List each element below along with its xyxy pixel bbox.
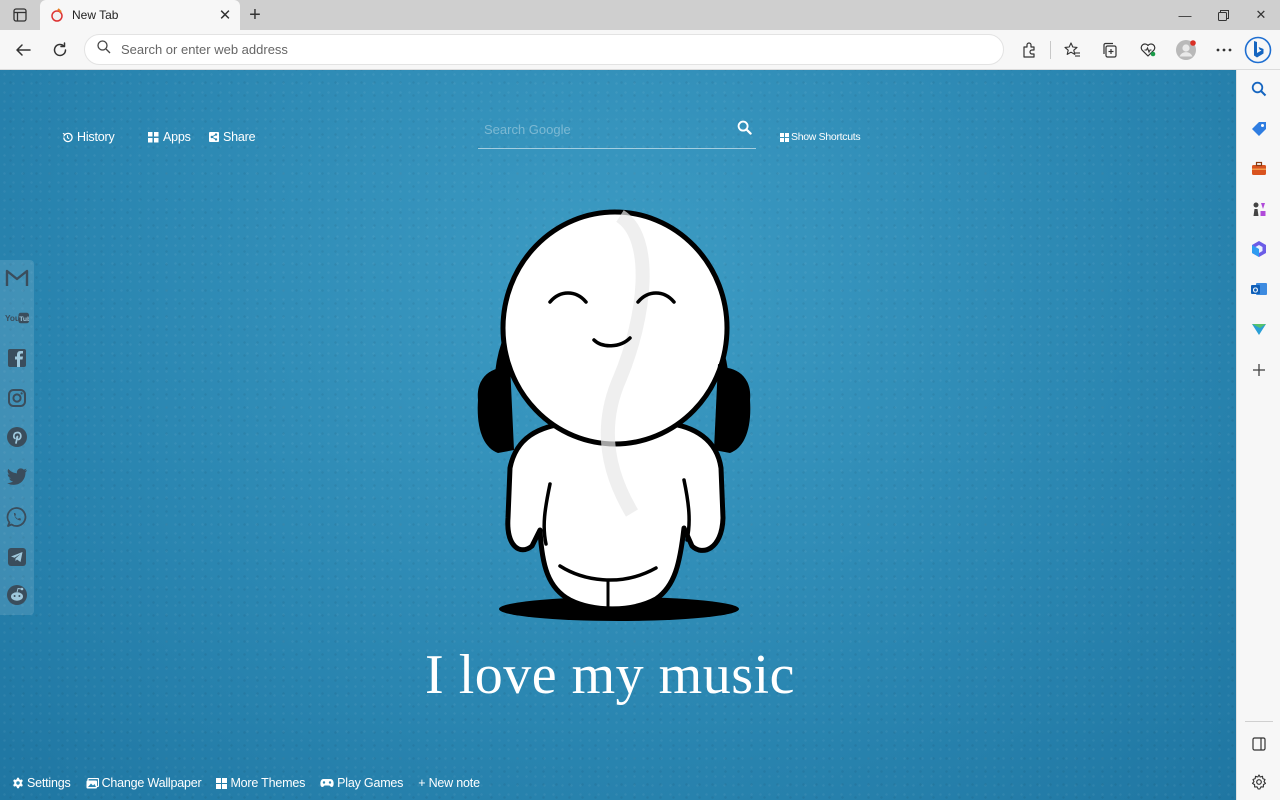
apps-label: Apps — [163, 130, 191, 144]
browser-essentials-icon[interactable] — [1133, 35, 1163, 65]
apps-icon — [148, 131, 159, 143]
svg-text:Tube: Tube — [19, 316, 29, 323]
address-input[interactable] — [121, 42, 921, 57]
favorites-icon[interactable] — [1057, 35, 1087, 65]
themes-grid-icon — [216, 777, 228, 789]
tab-title: New Tab — [72, 8, 119, 22]
tab-strip: New Tab ✕ + — ✕ — [0, 0, 1280, 30]
change-wallpaper-button[interactable]: Change Wallpaper — [86, 776, 202, 790]
add-icon[interactable] — [1248, 359, 1270, 381]
google-search-input[interactable] — [484, 122, 714, 137]
right-earcup — [714, 364, 751, 453]
wallpaper-icon — [86, 777, 99, 789]
change-wallpaper-label: Change Wallpaper — [101, 776, 202, 790]
instagram-icon[interactable] — [5, 386, 29, 410]
settings-gear-icon — [12, 777, 24, 789]
social-bar: YouTube — [0, 260, 34, 615]
address-search-icon — [97, 40, 111, 59]
pinterest-icon[interactable] — [5, 425, 29, 449]
telegram-icon[interactable] — [5, 545, 29, 569]
tab-favicon-icon — [50, 8, 64, 22]
outlook-icon[interactable]: O — [1248, 278, 1270, 300]
tools-icon[interactable] — [1248, 158, 1270, 180]
tab-close-icon[interactable]: ✕ — [214, 4, 236, 26]
edge-sidebar: O — [1236, 70, 1280, 800]
new-note-label: + New note — [418, 776, 480, 790]
left-earcup — [477, 364, 514, 453]
close-window-icon[interactable]: ✕ — [1242, 0, 1280, 30]
microsoft-365-icon[interactable] — [1248, 238, 1270, 260]
svg-text:O: O — [1253, 288, 1259, 295]
show-shortcuts-button[interactable]: Show Shortcuts — [780, 131, 861, 143]
copilot-icon[interactable] — [1244, 34, 1272, 66]
history-label: History — [77, 130, 115, 144]
sidebar-settings-icon[interactable] — [1248, 771, 1270, 793]
games-icon[interactable] — [1248, 198, 1270, 220]
browser-toolbar — [0, 30, 1280, 70]
bottom-toolbar: Settings Change Wallpaper More Themes Pl… — [12, 776, 495, 790]
svg-text:You: You — [5, 314, 20, 323]
settings-label: Settings — [27, 776, 71, 790]
share-icon — [209, 132, 219, 142]
tab-actions-icon[interactable] — [6, 5, 34, 25]
search-icon[interactable] — [1248, 78, 1270, 100]
play-games-button[interactable]: Play Games — [320, 776, 403, 790]
more-icon[interactable] — [1209, 35, 1239, 65]
gmail-icon[interactable] — [5, 266, 29, 290]
new-note-button[interactable]: + New note — [418, 776, 480, 790]
history-icon — [62, 132, 73, 143]
collections-icon[interactable] — [1095, 35, 1125, 65]
history-link[interactable]: History — [62, 130, 115, 144]
window-controls: — ✕ — [1166, 0, 1280, 30]
youtube-icon[interactable]: YouTube — [5, 306, 29, 330]
share-link[interactable]: Share — [209, 130, 256, 144]
apps-link[interactable]: Apps — [148, 130, 191, 144]
facebook-icon[interactable] — [5, 346, 29, 370]
extensions-icon[interactable] — [1014, 35, 1044, 65]
new-tab-page: History Apps Share Show Shortcuts YouTub… — [0, 70, 1236, 800]
address-bar[interactable] — [84, 34, 1004, 65]
twitter-icon[interactable] — [5, 465, 29, 489]
shopping-icon[interactable] — [1248, 118, 1270, 140]
back-icon[interactable] — [10, 37, 36, 63]
sidebar-divider — [1245, 721, 1273, 722]
reddit-icon[interactable] — [5, 583, 29, 607]
gamepad-icon — [320, 778, 334, 788]
toolbar-divider — [1050, 41, 1051, 59]
google-search-box — [478, 114, 756, 149]
settings-button[interactable]: Settings — [12, 776, 71, 790]
whatsapp-icon[interactable] — [5, 505, 29, 529]
more-themes-button[interactable]: More Themes — [216, 776, 305, 790]
shortcuts-grid-icon — [780, 132, 789, 142]
new-tab-button[interactable]: + — [244, 4, 266, 26]
show-shortcuts-label: Show Shortcuts — [791, 131, 861, 143]
minimize-icon[interactable]: — — [1166, 0, 1204, 30]
tab-new-tab[interactable]: New Tab ✕ — [40, 0, 240, 30]
refresh-icon[interactable] — [47, 37, 73, 63]
restore-icon[interactable] — [1204, 0, 1242, 30]
more-themes-label: More Themes — [230, 776, 306, 790]
hide-sidebar-icon[interactable] — [1248, 733, 1270, 755]
profile-icon[interactable] — [1171, 35, 1201, 65]
share-label: Share — [223, 130, 256, 144]
tagline: I love my music — [425, 644, 795, 706]
play-games-label: Play Games — [337, 776, 404, 790]
search-submit-icon[interactable] — [737, 120, 752, 140]
toolbar-icons — [1014, 35, 1247, 65]
headphone-character-illustration — [477, 209, 751, 621]
drop-icon[interactable] — [1248, 318, 1270, 340]
